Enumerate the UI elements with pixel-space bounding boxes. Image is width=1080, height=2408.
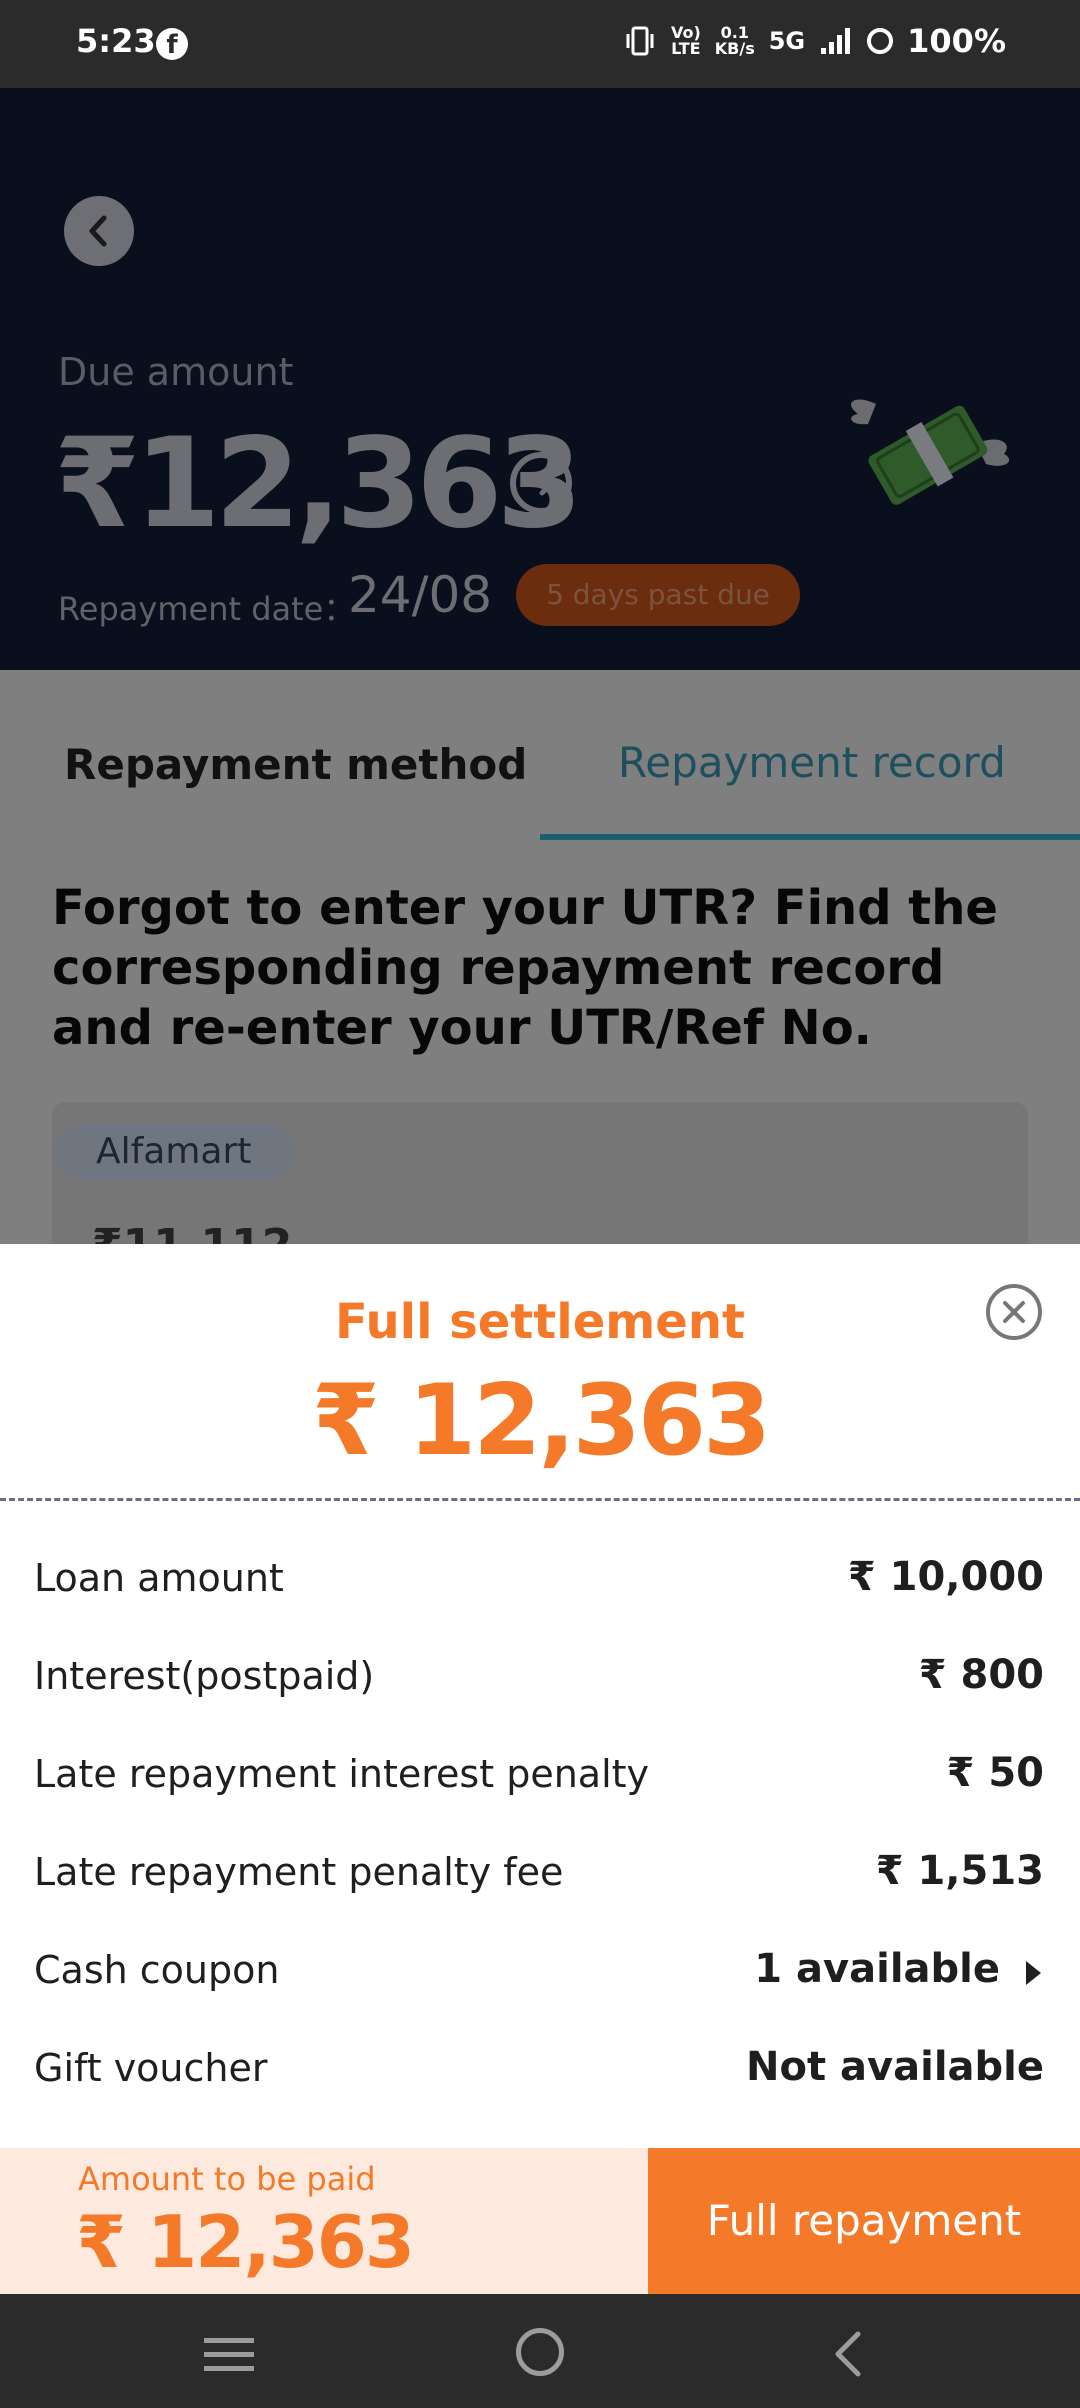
status-time: 5:23 — [76, 22, 156, 60]
arrow-right-icon — [525, 470, 555, 496]
late-interest-penalty-label: Late repayment interest penalty — [34, 1752, 650, 1796]
full-repayment-button[interactable]: Full repayment — [648, 2148, 1080, 2294]
amount-to-pay: ₹ 12,363 — [76, 2200, 415, 2284]
recent-apps-icon[interactable] — [204, 2334, 254, 2374]
battery-level: 100% — [907, 22, 1006, 60]
due-details-button[interactable] — [510, 452, 572, 514]
tab-repayment-method[interactable]: Repayment method — [64, 740, 527, 789]
battery-saver-icon — [867, 28, 894, 54]
facebook-notification-icon: f — [156, 28, 188, 60]
late-penalty-fee-value: ₹ 1,513 — [875, 1848, 1044, 1894]
home-icon[interactable] — [516, 2328, 564, 2376]
chevron-left-icon — [89, 215, 107, 247]
dashed-divider — [0, 1498, 1080, 1501]
interest-value: ₹ 800 — [918, 1652, 1044, 1698]
cash-coupon-value[interactable]: 1 available — [754, 1946, 1000, 1992]
due-amount: ₹12,363 — [54, 412, 583, 556]
settlement-amount: ₹ 12,363 — [311, 1364, 771, 1478]
status-bar: 5:23 f Vo) LTE 0.1 KB/s 5G 100% — [0, 0, 1080, 88]
amount-to-pay-label: Amount to be paid — [78, 2160, 376, 2198]
loan-amount-value: ₹ 10,000 — [847, 1554, 1044, 1600]
flying-money-icon — [851, 399, 1010, 505]
late-interest-penalty-value: ₹ 50 — [946, 1750, 1044, 1796]
utr-notice: Forgot to enter your UTR? Find the corre… — [52, 880, 998, 1056]
record-channel-tag: Alfamart — [52, 1124, 294, 1180]
past-due-badge: 5 days past due — [516, 564, 800, 626]
repayment-date-label: Repayment date： — [58, 590, 356, 628]
due-amount-label: Due amount — [58, 350, 294, 394]
vibrate-icon — [626, 26, 654, 56]
gift-voucher-label: Gift voucher — [34, 2046, 268, 2090]
status-icons: Vo) LTE 0.1 KB/s 5G 100% — [623, 22, 1006, 60]
volte-indicator: Vo) LTE — [670, 23, 701, 58]
active-tab-indicator — [540, 834, 1080, 840]
tab-repayment-record[interactable]: Repayment record — [618, 738, 1006, 787]
net-speed: 0.1 KB/s — [714, 23, 755, 58]
signal-icon — [821, 28, 851, 54]
caret-right-icon[interactable] — [1022, 1958, 1044, 1988]
repayment-date: 24/08 — [348, 566, 493, 624]
network-type: 5G — [768, 27, 806, 55]
sheet-title: Full settlement — [335, 1294, 745, 1350]
cash-coupon-label: Cash coupon — [34, 1948, 280, 1992]
interest-label: Interest(postpaid) — [34, 1654, 375, 1698]
late-penalty-fee-label: Late repayment penalty fee — [34, 1850, 564, 1894]
back-button[interactable] — [64, 196, 134, 266]
nav-back-icon[interactable] — [828, 2330, 868, 2378]
loan-amount-label: Loan amount — [34, 1556, 284, 1600]
gift-voucher-value: Not available — [746, 2044, 1044, 2090]
